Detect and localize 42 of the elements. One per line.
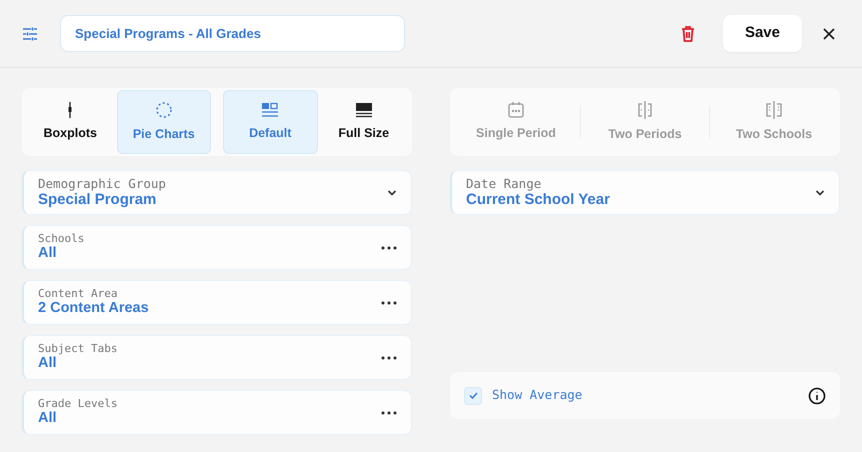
- field-label: Demographic Group: [38, 176, 167, 191]
- field-label: Subject Tabs: [38, 342, 118, 356]
- option-tab[interactable]: Full Size: [318, 90, 410, 154]
- field-value: All: [38, 355, 58, 373]
- calendar-icon: [508, 101, 524, 118]
- more-icon[interactable]: [381, 410, 397, 414]
- filter-field[interactable]: Content Area 2 Content Areas: [22, 280, 412, 325]
- check-icon: [468, 392, 478, 399]
- field-value: Current School Year: [466, 191, 611, 209]
- more-icon[interactable]: [381, 300, 397, 304]
- filter-field[interactable]: Grade Levels All: [22, 390, 412, 435]
- filter-field[interactable]: Subject Tabs All: [22, 335, 412, 380]
- split-icon: [766, 100, 782, 119]
- field-value: All: [38, 410, 58, 428]
- field-label: Grade Levels: [38, 397, 118, 410]
- split-icon: [637, 100, 653, 119]
- option-tab[interactable]: Pie Charts: [116, 90, 211, 154]
- field-label: Date Range: [466, 176, 542, 191]
- field-value: All: [38, 245, 58, 263]
- settings-icon[interactable]: [22, 26, 38, 40]
- more-icon[interactable]: [381, 246, 397, 250]
- field-value: Special Program: [38, 191, 158, 209]
- field-label: Schools: [38, 232, 86, 246]
- checkbox[interactable]: [464, 386, 482, 404]
- checkbox-label[interactable]: Show Average: [492, 386, 798, 405]
- filter-field[interactable]: Schools All: [22, 225, 412, 270]
- more-icon[interactable]: [381, 356, 397, 360]
- save-button[interactable]: Save: [722, 15, 802, 52]
- field-label: Content Area: [38, 287, 118, 300]
- info-icon[interactable]: [808, 386, 826, 404]
- layout-icon: [354, 102, 373, 118]
- boxplot-icon: [67, 102, 74, 118]
- option-tab[interactable]: Boxplots: [24, 90, 116, 154]
- circle-icon: [154, 100, 173, 119]
- layout-icon: [261, 102, 280, 118]
- title-field[interactable]: Special Programs - All Grades: [60, 15, 405, 52]
- filter-field[interactable]: Demographic Group Special Program: [22, 170, 412, 215]
- chevron-down-icon[interactable]: [815, 190, 825, 196]
- field-value: 2 Content Areas: [38, 300, 150, 318]
- option-tab[interactable]: Default: [223, 90, 318, 154]
- filter-field[interactable]: Date Range Current School Year: [450, 170, 840, 215]
- chevron-down-icon[interactable]: [387, 190, 397, 196]
